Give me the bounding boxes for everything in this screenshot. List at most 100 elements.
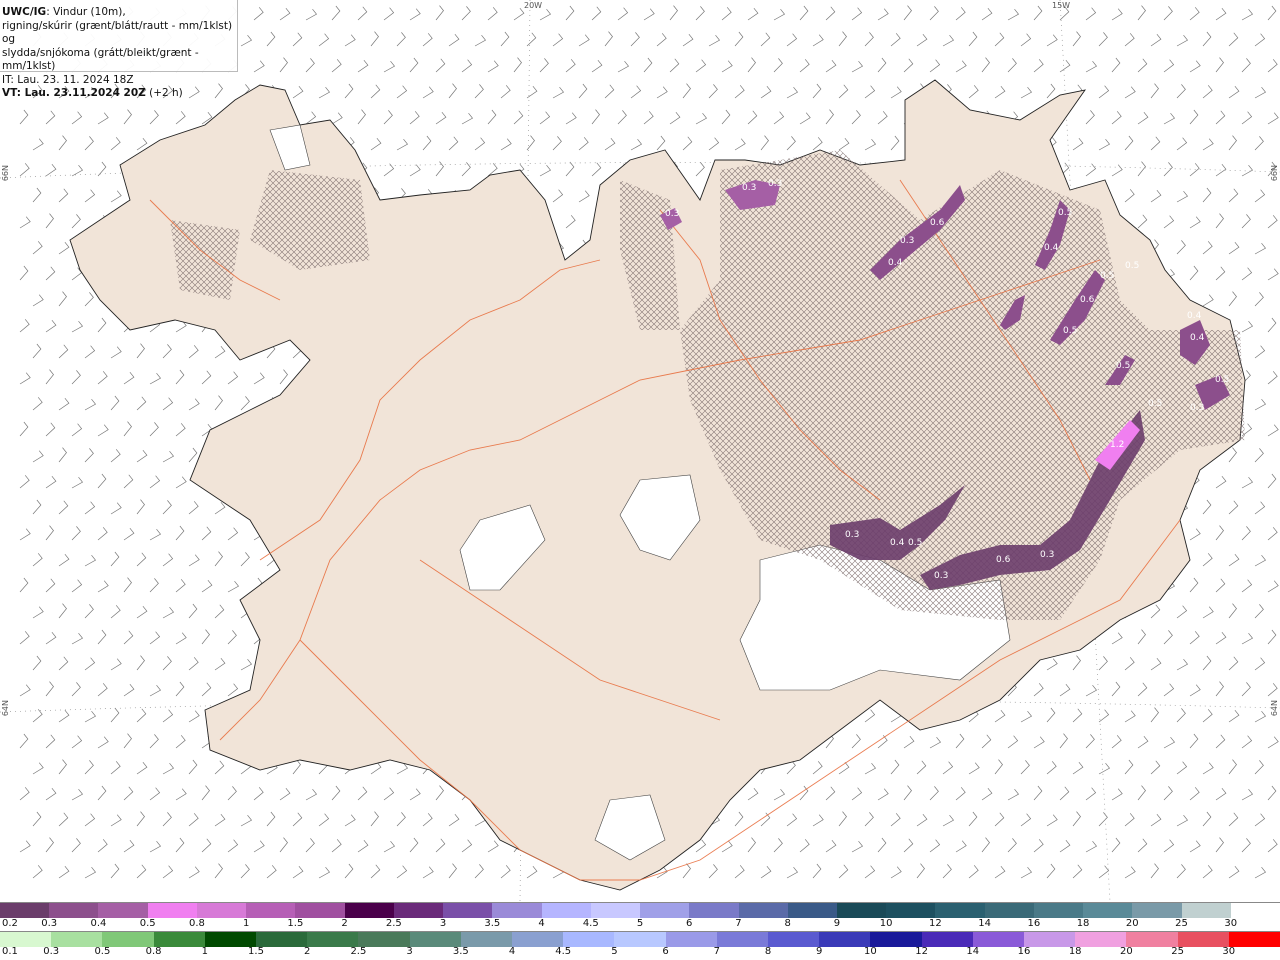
legend-label: 5 [636, 918, 644, 929]
graticule-label-66n-left: 66N [1, 165, 10, 182]
wind-barb [734, 811, 744, 827]
wind-barb [461, 162, 471, 177]
wind-barb [383, 7, 395, 21]
wind-barb [1111, 788, 1123, 801]
wind-barb [1150, 604, 1161, 619]
wind-barb [214, 604, 225, 619]
legend-swatch [836, 903, 887, 918]
wind-barb [32, 241, 43, 255]
legend-label: 4 [508, 946, 516, 957]
wind-barb [110, 658, 122, 671]
wind-barb [1150, 33, 1162, 47]
wind-barb [58, 344, 69, 359]
wind-barb [84, 501, 96, 515]
wind-barb [370, 31, 379, 47]
wind-barb [968, 85, 979, 99]
wind-barb [136, 343, 145, 359]
wind-barb [1124, 189, 1135, 203]
wind-barb [292, 812, 303, 827]
wind-barb [136, 449, 148, 463]
wind-barb [136, 655, 145, 671]
legend-label: 4.5 [582, 918, 599, 929]
wind-barb [721, 60, 733, 73]
wind-barb [1189, 60, 1201, 73]
wind-barb [240, 396, 250, 411]
wind-barb [838, 864, 849, 879]
wind-barb [45, 578, 56, 593]
precip-label: 0.5 [1100, 271, 1114, 281]
wind-barb [357, 839, 369, 853]
wind-barb [448, 33, 460, 47]
wind-barb [825, 839, 837, 853]
wind-barb [240, 814, 253, 827]
legend-label: 18 [1068, 946, 1082, 957]
wind-barb [864, 709, 876, 723]
legend-label: 2 [304, 946, 311, 957]
legend-label: 2.5 [385, 918, 402, 929]
wind-barb [526, 85, 538, 99]
wind-barb [149, 475, 161, 489]
wind-barb [708, 34, 721, 47]
wind-barb [84, 398, 97, 411]
wind-barb [669, 111, 681, 125]
wind-barb [695, 162, 705, 177]
legend-swatch [716, 932, 769, 947]
wind-barb [227, 786, 237, 801]
legend-swatch [147, 903, 197, 918]
wind-barb [1163, 630, 1173, 645]
wind-barb [240, 864, 250, 879]
wind-barb [565, 215, 576, 229]
wind-barb [19, 372, 31, 385]
wind-barb [656, 33, 667, 47]
wind-barb [188, 603, 198, 619]
wind-barb [58, 397, 70, 411]
wind-barb [370, 811, 379, 827]
wind-barb [71, 111, 83, 125]
wind-barb [877, 788, 889, 801]
wind-barb [357, 786, 368, 801]
wind-barb [825, 786, 836, 801]
legend-label: 4 [538, 918, 545, 929]
wind-barb [448, 813, 460, 827]
wind-barb [643, 8, 655, 21]
wind-barb [1098, 32, 1108, 47]
wind-barb [383, 110, 393, 125]
legend-label: 6 [662, 946, 669, 957]
wind-barb [1020, 86, 1033, 99]
legend-label: 3 [439, 918, 447, 929]
header-lead-time: (+2 h) [145, 87, 183, 99]
wind-barb [682, 33, 694, 47]
wind-barb [877, 57, 887, 73]
wind-barb [1098, 865, 1110, 879]
legend-label: 16 [1027, 918, 1041, 929]
wind-barb [1228, 241, 1240, 255]
wind-barb [32, 553, 43, 567]
wind-barb [1137, 838, 1148, 853]
wind-barb [19, 163, 30, 177]
legend-label: 0.3 [41, 918, 58, 929]
wind-barb [1228, 553, 1240, 567]
wind-barb [1202, 138, 1214, 151]
wind-barb [1007, 838, 1017, 853]
wind-barb [604, 31, 613, 47]
wind-barb [1124, 86, 1136, 99]
wind-barb [253, 840, 265, 853]
wind-barb [903, 785, 912, 801]
wind-barb [253, 7, 264, 21]
wind-barb [19, 733, 29, 749]
wind-barb [1163, 6, 1173, 21]
wind-barb [591, 162, 602, 177]
wind-barb [1163, 162, 1173, 177]
wind-barb [1215, 110, 1226, 125]
wind-barb [279, 837, 288, 853]
legend-swatch [972, 932, 1025, 947]
wind-barb [1254, 242, 1267, 255]
wind-barb [136, 864, 147, 879]
wind-barb [1228, 603, 1237, 619]
legend-swatch [870, 932, 922, 947]
wind-barb [1046, 863, 1056, 879]
wind-barb [565, 5, 575, 21]
legend-swatch [204, 932, 257, 947]
wind-barb [890, 813, 901, 827]
wind-barb [84, 760, 94, 775]
